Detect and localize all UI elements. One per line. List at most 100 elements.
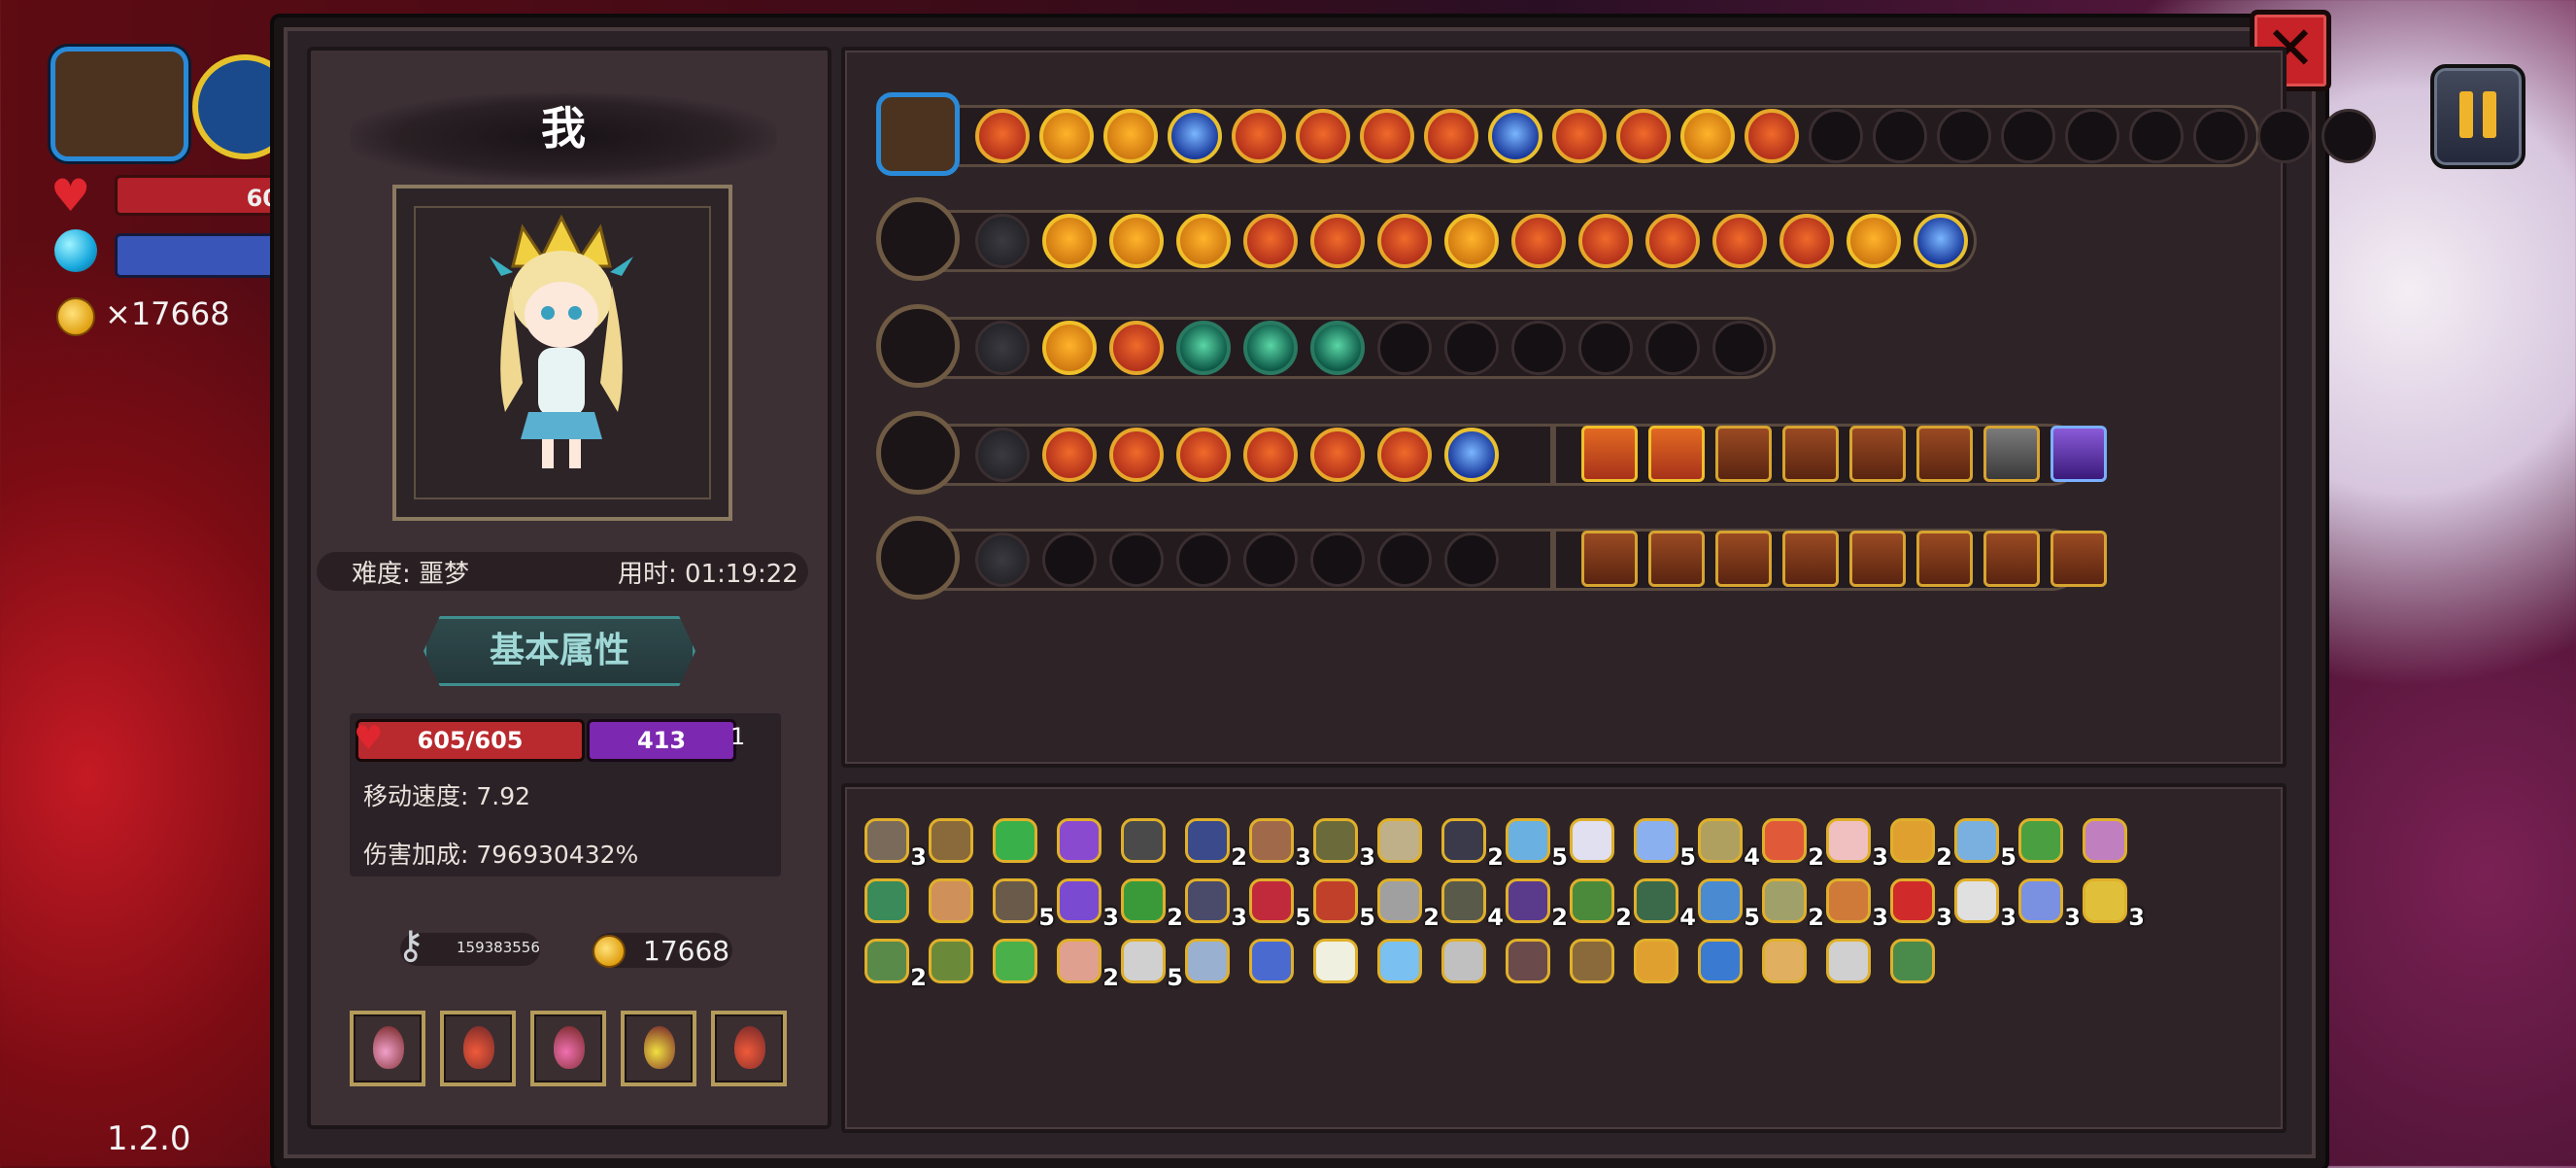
inventory-item[interactable]	[1181, 935, 1234, 987]
inventory-item[interactable]	[1053, 814, 1105, 867]
skill-icon[interactable]	[1578, 214, 1633, 268]
inventory-item[interactable]: 3	[1053, 875, 1119, 931]
skill-icon[interactable]	[1680, 109, 1735, 163]
inventory-item[interactable]: 5	[1630, 814, 1696, 871]
passive-rune-icon[interactable]	[1715, 531, 1772, 587]
skill-icon[interactable]	[1296, 109, 1350, 163]
inventory-item[interactable]	[861, 875, 913, 927]
empty-skill-slot[interactable]	[1444, 321, 1499, 375]
inventory-item[interactable]	[989, 814, 1041, 867]
skill-icon[interactable]	[975, 109, 1030, 163]
potion-slot[interactable]	[711, 1011, 787, 1086]
skill-icon[interactable]	[1552, 109, 1607, 163]
chest-icon[interactable]	[876, 92, 960, 176]
skill-icon[interactable]	[1243, 214, 1298, 268]
empty-skill-slot[interactable]	[1176, 532, 1231, 587]
inventory-item[interactable]: 2	[1758, 814, 1824, 871]
empty-skill-slot[interactable]	[2129, 109, 2184, 163]
inventory-item[interactable]: 2	[1886, 814, 1952, 871]
inventory-item[interactable]: 2	[861, 935, 927, 991]
inventory-item[interactable]: 5	[1502, 814, 1568, 871]
passive-rune-icon[interactable]	[2051, 531, 2107, 587]
empty-skill-slot[interactable]	[2193, 109, 2248, 163]
skill-icon[interactable]	[1176, 321, 1231, 375]
inventory-item[interactable]: 2	[1053, 935, 1119, 991]
empty-skill-slot[interactable]	[1645, 321, 1700, 375]
inventory-item[interactable]: 2	[1758, 875, 1824, 931]
inventory-item[interactable]: 2	[1438, 814, 1504, 871]
empty-skill-slot[interactable]	[1937, 109, 1991, 163]
skill-icon[interactable]	[1745, 109, 1799, 163]
locked-slot-icon[interactable]	[975, 532, 1030, 587]
empty-skill-slot[interactable]	[1042, 532, 1097, 587]
backpack-icon[interactable]	[51, 47, 188, 161]
skill-icon[interactable]	[1444, 428, 1499, 482]
skill-icon[interactable]	[1109, 214, 1164, 268]
empty-skill-slot[interactable]	[1809, 109, 1863, 163]
inventory-item[interactable]: 2	[1502, 875, 1568, 931]
inventory-item[interactable]: 4	[1694, 814, 1760, 871]
passive-rune-icon[interactable]	[2051, 426, 2107, 482]
inventory-item[interactable]: 3	[2079, 875, 2145, 931]
skill-icon[interactable]	[1847, 214, 1901, 268]
inventory-item[interactable]	[1886, 935, 1939, 987]
skill-icon[interactable]	[1488, 109, 1542, 163]
empty-skill-slot[interactable]	[1873, 109, 1927, 163]
inventory-item[interactable]: 3	[1886, 875, 1952, 931]
crystal-scepter-icon[interactable]	[876, 516, 960, 600]
skill-icon[interactable]	[1042, 428, 1097, 482]
skill-icon[interactable]	[1243, 321, 1298, 375]
passive-rune-icon[interactable]	[1581, 531, 1638, 587]
empty-skill-slot[interactable]	[1712, 321, 1767, 375]
inventory-item[interactable]: 2	[1373, 875, 1440, 931]
potion-slot[interactable]	[350, 1011, 425, 1086]
inventory-item[interactable]: 5	[1694, 875, 1760, 931]
empty-skill-slot[interactable]	[1511, 321, 1566, 375]
passive-rune-icon[interactable]	[1782, 531, 1839, 587]
skill-icon[interactable]	[1176, 428, 1231, 482]
skill-icon[interactable]	[1712, 214, 1767, 268]
passive-rune-icon[interactable]	[1648, 531, 1705, 587]
empty-skill-slot[interactable]	[1444, 532, 1499, 587]
inventory-item[interactable]	[989, 935, 1041, 987]
inventory-item[interactable]: 2	[1566, 875, 1632, 931]
inventory-item[interactable]	[2015, 814, 2067, 867]
skill-icon[interactable]	[1109, 428, 1164, 482]
skill-icon[interactable]	[1232, 109, 1286, 163]
empty-skill-slot[interactable]	[2065, 109, 2119, 163]
skill-icon[interactable]	[1176, 214, 1231, 268]
inventory-item[interactable]: 5	[1950, 814, 2017, 871]
inventory-item[interactable]	[1694, 935, 1746, 987]
inventory-item[interactable]	[1566, 935, 1618, 987]
inventory-item[interactable]	[1502, 935, 1554, 987]
empty-skill-slot[interactable]	[2322, 109, 2376, 163]
skill-icon[interactable]	[1042, 321, 1097, 375]
ice-blade-icon[interactable]	[876, 304, 960, 388]
inventory-item[interactable]: 3	[1309, 814, 1375, 871]
inventory-item[interactable]: 3	[2015, 875, 2081, 931]
passive-rune-icon[interactable]	[1983, 531, 2040, 587]
empty-skill-slot[interactable]	[1109, 532, 1164, 587]
inventory-item[interactable]: 3	[1245, 814, 1311, 871]
inventory-item[interactable]: 3	[1822, 814, 1888, 871]
green-staff-icon[interactable]	[876, 197, 960, 281]
passive-rune-icon[interactable]	[1715, 426, 1772, 482]
skill-icon[interactable]	[1444, 214, 1499, 268]
inventory-item[interactable]	[1373, 935, 1426, 987]
skill-icon[interactable]	[1616, 109, 1671, 163]
inventory-item[interactable]: 3	[1822, 875, 1888, 931]
inventory-item[interactable]	[1630, 935, 1682, 987]
empty-skill-slot[interactable]	[2001, 109, 2055, 163]
inventory-item[interactable]: 3	[1181, 875, 1247, 931]
inventory-item[interactable]: 2	[1117, 875, 1183, 931]
skill-icon[interactable]	[1243, 428, 1298, 482]
locked-slot-icon[interactable]	[975, 214, 1030, 268]
potion-slot[interactable]	[621, 1011, 696, 1086]
passive-rune-icon[interactable]	[1581, 426, 1638, 482]
potion-slot[interactable]	[530, 1011, 606, 1086]
inventory-item[interactable]	[2079, 814, 2131, 867]
skill-icon[interactable]	[1779, 214, 1834, 268]
tab-basic-attributes[interactable]: 基本属性	[424, 616, 695, 686]
skill-icon[interactable]	[1310, 321, 1365, 375]
passive-rune-icon[interactable]	[1648, 426, 1705, 482]
